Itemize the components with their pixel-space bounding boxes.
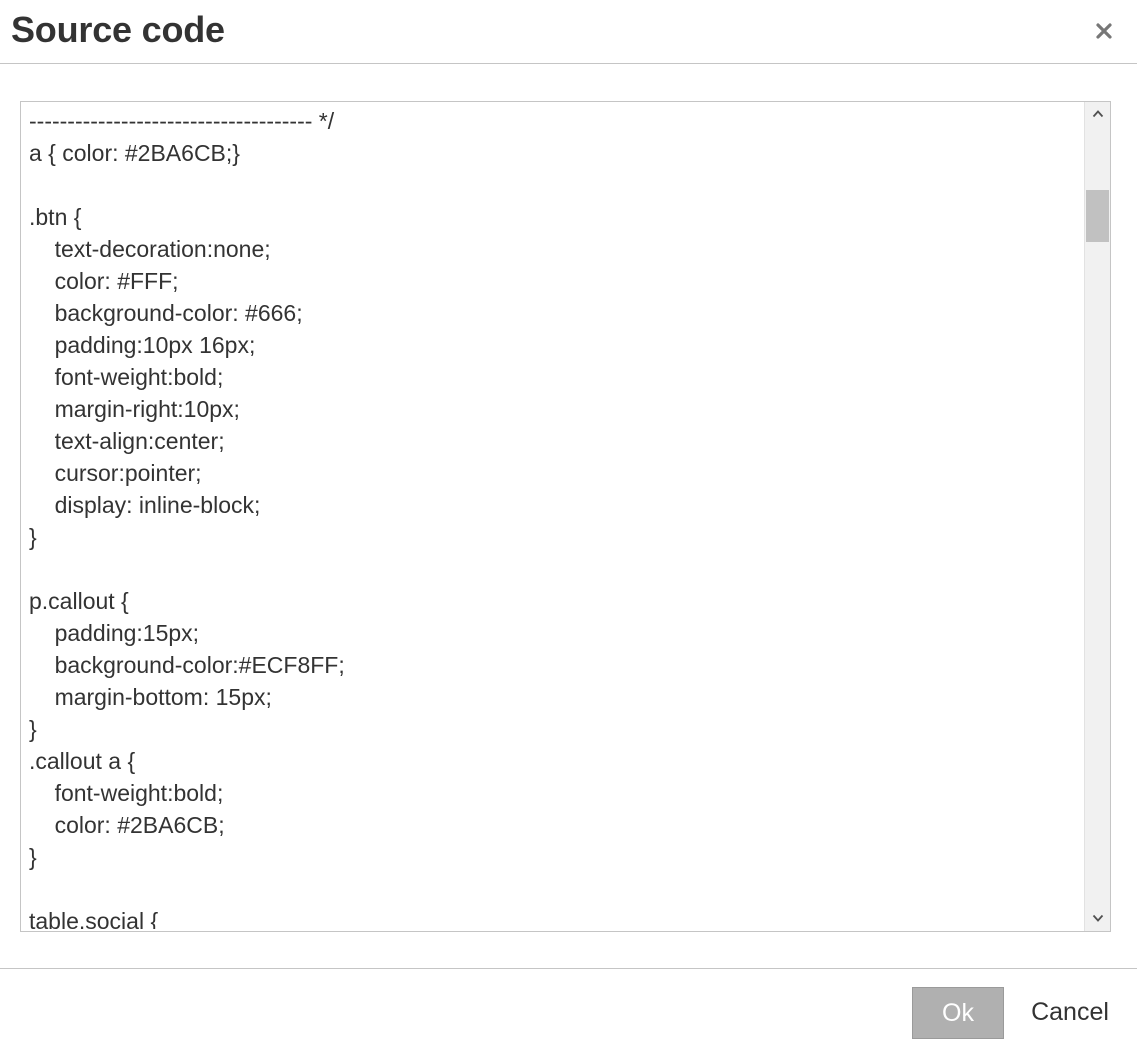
code-line: }	[29, 524, 37, 550]
source-code-content[interactable]: ------------------------------------- */…	[29, 105, 1079, 929]
code-line: padding:15px;	[29, 620, 200, 646]
code-line: }	[29, 844, 37, 870]
code-line: display: inline-block;	[29, 492, 261, 518]
code-line: padding:10px 16px;	[29, 332, 256, 358]
code-line: color: #FFF;	[29, 268, 179, 294]
dialog-title: Source code	[11, 9, 225, 50]
code-line: ------------------------------------- */	[29, 108, 335, 134]
vertical-scrollbar[interactable]	[1084, 102, 1110, 931]
code-line: background-color:#ECF8FF;	[29, 652, 345, 678]
dialog-header: Source code	[0, 0, 1137, 64]
code-line: .btn {	[29, 204, 82, 230]
ok-button[interactable]: Ok	[912, 987, 1004, 1039]
code-line: margin-right:10px;	[29, 396, 240, 422]
dialog-body: ------------------------------------- */…	[0, 64, 1137, 968]
code-line: color: #2BA6CB;	[29, 812, 225, 838]
chevron-up-icon	[1092, 110, 1103, 118]
close-icon	[1096, 23, 1112, 39]
code-line: font-weight:bold;	[29, 364, 224, 390]
code-line: .callout a {	[29, 748, 136, 774]
dialog-footer: Ok Cancel	[0, 968, 1137, 1047]
code-line: text-align:center;	[29, 428, 225, 454]
chevron-down-icon	[1092, 914, 1103, 922]
cancel-button[interactable]: Cancel	[1020, 987, 1120, 1039]
code-line: a { color: #2BA6CB;}	[29, 140, 240, 166]
code-line: font-weight:bold;	[29, 780, 224, 806]
code-line: }	[29, 716, 37, 742]
scroll-down-button[interactable]	[1085, 906, 1110, 931]
close-button[interactable]	[1091, 18, 1117, 44]
code-line: table.social {	[29, 908, 159, 929]
source-code-textarea[interactable]: ------------------------------------- */…	[20, 101, 1111, 932]
code-line: cursor:pointer;	[29, 460, 202, 486]
code-line: p.callout {	[29, 588, 129, 614]
code-line: text-decoration:none;	[29, 236, 271, 262]
source-code-dialog: Source code ----------------------------…	[0, 0, 1137, 1047]
scroll-up-button[interactable]	[1085, 102, 1110, 127]
code-line: margin-bottom: 15px;	[29, 684, 272, 710]
code-line: background-color: #666;	[29, 300, 303, 326]
scrollbar-thumb[interactable]	[1086, 190, 1109, 242]
